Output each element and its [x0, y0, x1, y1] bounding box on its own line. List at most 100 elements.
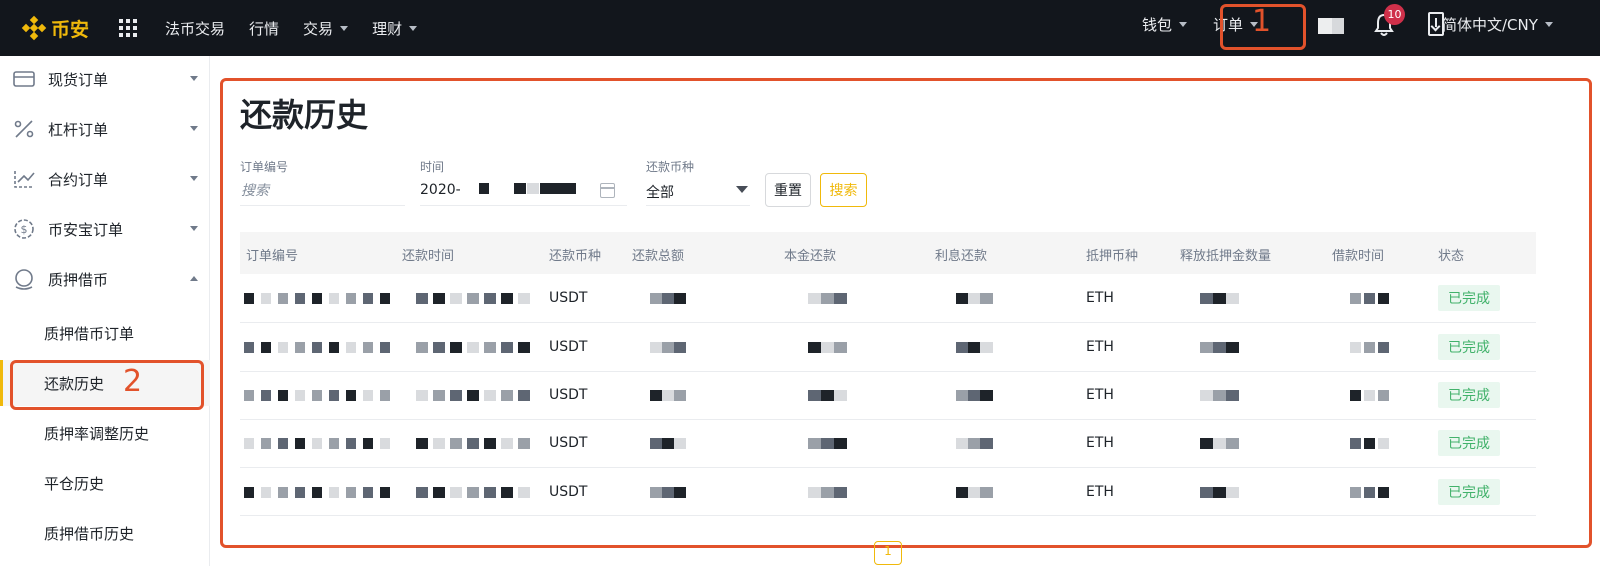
sidebar-sub-liquidation-history[interactable]: 平仓历史 — [0, 460, 210, 506]
redacted-block — [821, 293, 834, 304]
redacted-block — [1378, 487, 1389, 498]
redacted-block — [540, 183, 576, 194]
redacted-block — [380, 487, 390, 498]
nav-finance[interactable]: 理财 — [372, 18, 418, 39]
redacted-block — [346, 293, 356, 304]
status-badge: 已完成 — [1438, 382, 1500, 408]
chevron-down-icon[interactable] — [736, 186, 748, 193]
date-range-input[interactable]: 2020- — [420, 182, 461, 198]
sidebar-item-crypto-loans[interactable]: 质押借币 — [0, 256, 210, 302]
redacted-block — [501, 293, 513, 304]
redacted-block — [808, 342, 821, 353]
redacted-block — [1213, 293, 1226, 304]
redacted-block — [1378, 438, 1389, 449]
redacted-block — [295, 438, 305, 449]
svg-text:$: $ — [21, 223, 28, 236]
cell-collateral-coin: ETH — [1086, 387, 1114, 403]
redacted-block — [1350, 293, 1361, 304]
redacted-block — [450, 438, 462, 449]
redacted-block — [346, 438, 356, 449]
redacted-block — [380, 438, 390, 449]
nav-markets[interactable]: 行情 — [249, 18, 279, 39]
redacted-block — [662, 342, 674, 353]
top-navbar: 币安 法币交易 行情 交易 理财 钱包 订单 10 简体中文/CNY — [0, 0, 1600, 56]
notification-badge: 10 — [1384, 4, 1405, 25]
annotation-box-repayment-history — [10, 360, 204, 410]
redacted-block — [518, 487, 530, 498]
chevron-down-icon — [190, 176, 198, 181]
redacted-block — [1364, 487, 1375, 498]
sidebar-item-spot-orders[interactable]: 现货订单 — [0, 56, 210, 102]
redacted-block — [650, 487, 662, 498]
order-id-input[interactable]: 搜索 — [241, 180, 269, 200]
sidebar-item-savings-orders[interactable]: $ 币安宝订单 — [0, 206, 210, 252]
redacted-block — [244, 438, 254, 449]
redacted-block — [295, 293, 305, 304]
redacted-block — [980, 293, 993, 304]
col-repay-coin: 还款币种 — [549, 249, 602, 264]
redacted-block — [1200, 293, 1213, 304]
cell-collateral-coin: ETH — [1086, 484, 1114, 500]
col-loan-time: 借款时间 — [1332, 249, 1385, 264]
calendar-icon[interactable] — [600, 183, 615, 198]
page-title: 还款历史 — [240, 96, 369, 134]
sidebar-item-futures-orders[interactable]: 合约订单 — [0, 156, 210, 202]
redacted-block — [329, 342, 339, 353]
redacted-block — [380, 390, 390, 401]
pagination-current-page[interactable]: 1 — [874, 541, 902, 565]
redacted-block — [662, 438, 674, 449]
redacted-block — [416, 438, 428, 449]
redacted-block — [674, 438, 686, 449]
binance-logo[interactable]: 币安 — [21, 15, 89, 42]
redacted-block — [1364, 390, 1375, 401]
sidebar-sub-loan-history[interactable]: 质押借币历史 — [0, 510, 210, 556]
reset-button[interactable]: 重置 — [765, 173, 811, 207]
redacted-block — [346, 390, 356, 401]
sidebar-sub-loan-orders[interactable]: 质押借币订单 — [0, 310, 210, 356]
redacted-block — [346, 487, 356, 498]
wallet-icon — [13, 71, 35, 87]
sidebar-item-margin-orders[interactable]: 杠杆订单 — [0, 106, 210, 152]
redacted-block — [518, 438, 530, 449]
nav-wallet[interactable]: 钱包 — [1142, 14, 1188, 35]
redacted-block — [484, 438, 496, 449]
redacted-block — [1226, 487, 1239, 498]
redacted-block — [662, 293, 674, 304]
redacted-block — [1213, 438, 1226, 449]
nav-trade[interactable]: 交易 — [303, 18, 349, 39]
redacted-block — [808, 293, 821, 304]
time-label: 时间 — [420, 160, 445, 174]
redacted-block — [278, 487, 288, 498]
futures-icon — [14, 171, 35, 188]
redacted-block — [433, 390, 445, 401]
redacted-block — [1378, 293, 1389, 304]
chevron-down-icon — [190, 126, 198, 131]
redacted-block — [346, 342, 356, 353]
nav-fiat-trade[interactable]: 法币交易 — [165, 18, 225, 39]
user-avatar[interactable] — [1318, 18, 1344, 34]
redacted-block — [312, 293, 322, 304]
redacted-block — [416, 293, 428, 304]
redacted-block — [650, 293, 662, 304]
loan-icon — [15, 269, 33, 290]
redacted-block — [650, 342, 662, 353]
redacted-block — [363, 487, 373, 498]
redacted-block — [312, 390, 322, 401]
apps-grid-icon[interactable] — [119, 19, 138, 37]
redacted-block — [312, 342, 322, 353]
redacted-block — [1226, 438, 1239, 449]
redacted-block — [1226, 342, 1239, 353]
sidebar-sub-ltv-adjust-history[interactable]: 质押率调整历史 — [0, 410, 210, 456]
redacted-block — [1200, 487, 1213, 498]
language-currency-selector[interactable]: 简体中文/CNY — [1442, 14, 1553, 35]
coin-select[interactable]: 全部 — [646, 182, 674, 202]
redacted-block — [363, 390, 373, 401]
redacted-block — [834, 438, 847, 449]
redacted-block — [261, 438, 271, 449]
search-button[interactable]: 搜索 — [820, 173, 867, 207]
redacted-block — [1350, 487, 1361, 498]
redacted-block — [479, 183, 489, 194]
cell-collateral-coin: ETH — [1086, 435, 1114, 451]
order-id-underline — [240, 205, 405, 206]
redacted-block — [467, 438, 479, 449]
